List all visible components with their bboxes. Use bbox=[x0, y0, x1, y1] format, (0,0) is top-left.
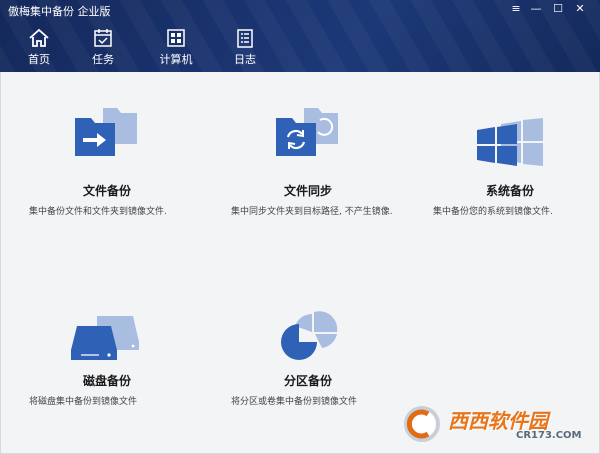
disk-backup-icon bbox=[71, 316, 139, 360]
partition-backup-icon bbox=[281, 311, 338, 360]
card-desc: 将磁盘集中备份到镜像文件 bbox=[29, 397, 138, 407]
nav-task[interactable]: 任务 bbox=[88, 28, 118, 68]
card-title: 磁盘备份 bbox=[83, 374, 132, 388]
card-file-backup[interactable]: 文件备份 集中备份文件和文件夹到镜像文件. bbox=[29, 102, 229, 222]
watermark-logo: 西西软件园 CR173.COM bbox=[400, 402, 590, 446]
main-panel: 文件备份 集中备份文件和文件夹到镜像文件. 文件同步 集中同步文件夹到目标路径,… bbox=[0, 72, 600, 454]
card-disk-backup[interactable]: 磁盘备份 将磁盘集中备份到镜像文件 bbox=[29, 312, 229, 412]
nav-label: 任务 bbox=[92, 53, 114, 66]
task-icon bbox=[94, 29, 112, 47]
card-desc: 集中备份您的系统到镜像文件. bbox=[433, 207, 553, 217]
home-icon bbox=[29, 28, 49, 47]
log-icon bbox=[237, 29, 253, 48]
card-file-sync[interactable]: 文件同步 集中同步文件夹到目标路径, 不产生镜像. bbox=[231, 102, 431, 222]
nav-log[interactable]: 日志 bbox=[230, 28, 260, 68]
card-desc: 将分区或卷集中备份到镜像文件 bbox=[231, 397, 358, 407]
file-sync-icon bbox=[276, 108, 338, 156]
card-system-backup[interactable]: 系统备份 集中备份您的系统到镜像文件. bbox=[433, 102, 600, 222]
nav-label: 计算机 bbox=[159, 53, 193, 66]
system-backup-icon bbox=[477, 118, 543, 166]
watermark-subtext: CR173.COM bbox=[516, 430, 582, 441]
card-partition-backup[interactable]: 分区备份 将分区或卷集中备份到镜像文件 bbox=[231, 311, 431, 412]
nav-home[interactable]: 首页 bbox=[24, 28, 54, 68]
file-backup-icon bbox=[75, 108, 137, 156]
window-title: 傲梅集中备份 企业版 bbox=[8, 5, 111, 18]
card-desc: 集中备份文件和文件夹到镜像文件. bbox=[29, 207, 167, 217]
card-desc: 集中同步文件夹到目标路径, 不产生镜像. bbox=[231, 207, 393, 217]
card-title: 分区备份 bbox=[284, 374, 333, 388]
card-title: 文件备份 bbox=[83, 184, 132, 198]
card-title: 文件同步 bbox=[284, 184, 333, 198]
maximize-icon[interactable]: ☐ bbox=[550, 2, 566, 16]
nav-computer[interactable]: 计算机 bbox=[156, 28, 196, 68]
minimize-icon[interactable]: — bbox=[528, 2, 544, 16]
card-title: 系统备份 bbox=[486, 184, 535, 198]
nav-label: 日志 bbox=[234, 53, 256, 66]
menu-icon[interactable]: ≡ bbox=[508, 2, 524, 16]
nav-label: 首页 bbox=[28, 53, 50, 66]
close-icon[interactable]: ✕ bbox=[572, 2, 588, 16]
computer-icon bbox=[167, 29, 185, 47]
app-header: 傲梅集中备份 企业版 ≡ — ☐ ✕ 首页 任务 计算机 日志 bbox=[0, 0, 600, 72]
